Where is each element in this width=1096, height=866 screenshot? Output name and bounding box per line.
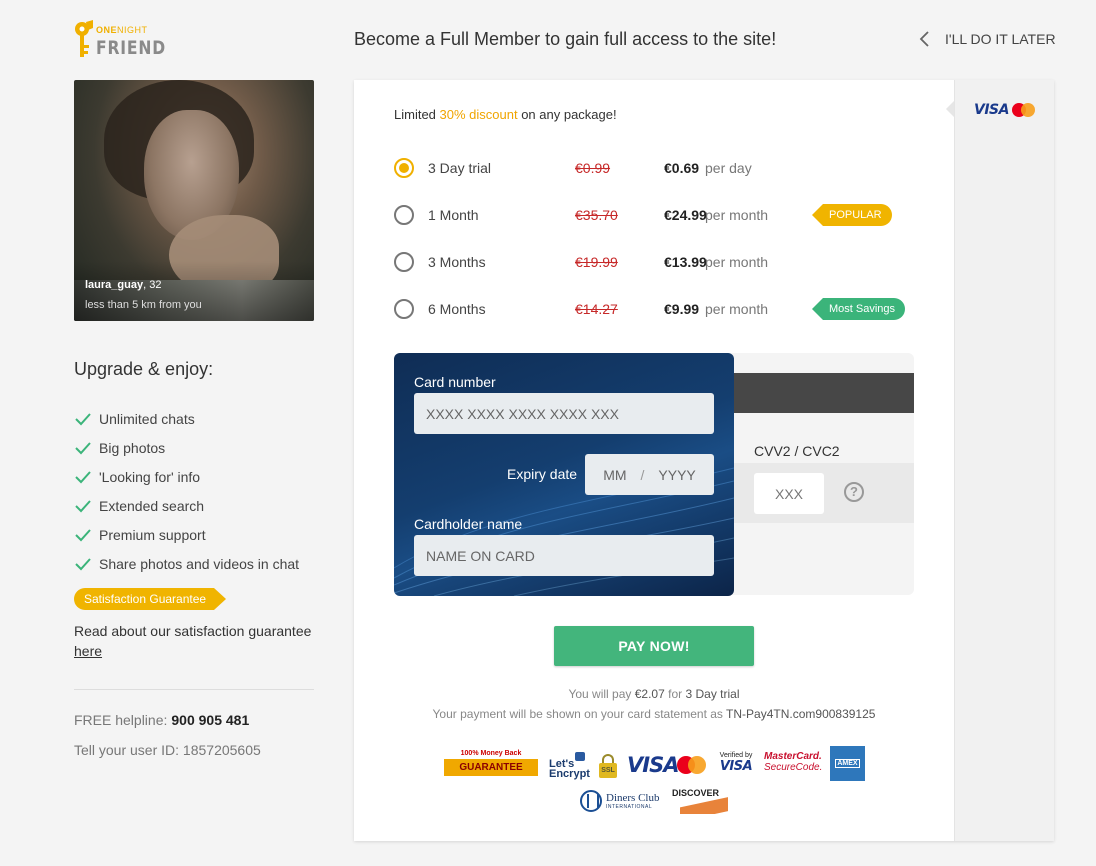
benefit-item: Premium support <box>74 520 299 549</box>
verified-by-visa-logo: Verified by VISA <box>719 752 753 774</box>
check-icon <box>75 441 91 454</box>
logo-line-2: FRIEND <box>96 37 166 59</box>
radio-unselected[interactable] <box>394 252 414 272</box>
statement-descriptor: Your payment will be shown on your card … <box>432 707 876 721</box>
mastercard-logo <box>677 756 707 774</box>
key-icon <box>75 20 93 57</box>
radio-selected[interactable] <box>394 158 414 178</box>
plan-6-months[interactable]: 6 Months €14.27 €9.99 per month Most Sav… <box>394 297 914 321</box>
radio-unselected[interactable] <box>394 299 414 319</box>
site-logo[interactable]: ONENIGHT FRIEND <box>74 18 174 62</box>
plan-1-month[interactable]: 1 Month €35.70 €24.99 per month POPULAR <box>394 203 914 227</box>
amex-logo: AMEX <box>830 746 865 781</box>
do-it-later-label: I'LL DO IT LATER <box>945 31 1056 47</box>
diners-club-logo: Diners Club INTERNATIONAL <box>580 790 662 812</box>
mastercard-securecode-logo: MasterCard. SecureCode. <box>764 751 823 773</box>
card-number-input[interactable] <box>414 393 714 434</box>
discount-banner: Limited 30% discount on any package! <box>394 107 617 122</box>
benefits-list: Unlimited chats Big photos 'Looking for'… <box>74 404 299 578</box>
profile-username: laura_guay, 32 <box>85 279 162 291</box>
plan-3-day-trial[interactable]: 3 Day trial €0.99 €0.69 per day <box>394 156 914 180</box>
lets-encrypt-logo: Let's Encrypt <box>549 748 591 780</box>
plan-3-months[interactable]: 3 Months €19.99 €13.99 per month <box>394 250 914 274</box>
benefit-item: Share photos and videos in chat <box>74 549 299 578</box>
cardholder-label: Cardholder name <box>414 516 523 532</box>
cardholder-input[interactable] <box>414 535 714 576</box>
check-icon <box>75 412 91 425</box>
check-icon <box>75 528 91 541</box>
card-front: Card number Expiry date MM / YYYY Cardho… <box>394 353 734 596</box>
discover-logo: DISCOVER <box>670 787 728 814</box>
page-title: Become a Full Member to gain full access… <box>354 29 777 49</box>
satisfaction-guarantee-badge: Satisfaction Guarantee <box>74 588 226 610</box>
helpline-number[interactable]: 900 905 481 <box>171 712 249 728</box>
card-number-label: Card number <box>414 374 496 390</box>
profile-distance: less than 5 km from you <box>85 299 202 311</box>
card-type-visa-mastercard[interactable]: VISA <box>974 102 1036 118</box>
upgrade-title: Upgrade & enjoy: <box>74 359 214 379</box>
satisfaction-guarantee-text: Read about our satisfaction guarantee he… <box>74 623 312 659</box>
check-icon <box>75 470 91 483</box>
help-icon[interactable]: ? <box>844 482 864 502</box>
payment-panel: VISA Limited 30% discount on any package… <box>354 80 1054 841</box>
payment-summary: You will pay €2.07 for 3 Day trial <box>568 687 740 701</box>
expiry-label: Expiry date <box>507 466 578 482</box>
check-icon <box>75 499 91 512</box>
radio-unselected[interactable] <box>394 205 414 225</box>
money-back-guarantee-logo: 100% Money Back GUARANTEE <box>444 750 538 778</box>
cvv-label: CVV2 / CVC2 <box>754 443 840 459</box>
photo-shade <box>74 261 314 321</box>
visa-logo: VISA <box>627 753 679 777</box>
do-it-later-link[interactable]: I'LL DO IT LATER <box>918 30 1056 48</box>
benefit-item: 'Looking for' info <box>74 462 299 491</box>
visa-logo: VISA <box>974 102 1009 118</box>
user-id-text: Tell your user ID: 1857205605 <box>74 742 261 758</box>
mastercard-logo <box>1011 103 1036 117</box>
helpline: FREE helpline: 900 905 481 <box>74 712 250 728</box>
logo-line-1: ONENIGHT <box>96 25 148 35</box>
profile-photo-card[interactable]: laura_guay, 32 less than 5 km from you <box>74 80 314 321</box>
expiry-month[interactable]: MM <box>603 467 626 483</box>
divider <box>74 689 314 690</box>
pay-now-button[interactable]: PAY NOW! <box>554 626 754 666</box>
sidebar-pointer <box>946 101 954 117</box>
expiry-year[interactable]: YYYY <box>658 467 695 483</box>
magnetic-stripe <box>714 373 914 413</box>
lock-icon <box>575 752 585 761</box>
expiry-input[interactable]: MM / YYYY <box>585 454 714 495</box>
chevron-left-icon <box>919 31 929 47</box>
cvv-input[interactable] <box>754 473 824 514</box>
benefit-item: Unlimited chats <box>74 404 299 433</box>
card-type-sidebar <box>954 80 1054 841</box>
guarantee-here-link[interactable]: here <box>74 643 102 659</box>
check-icon <box>75 557 91 570</box>
benefit-item: Extended search <box>74 491 299 520</box>
benefit-item: Big photos <box>74 433 299 462</box>
ssl-lock-icon: SSL <box>598 754 618 778</box>
